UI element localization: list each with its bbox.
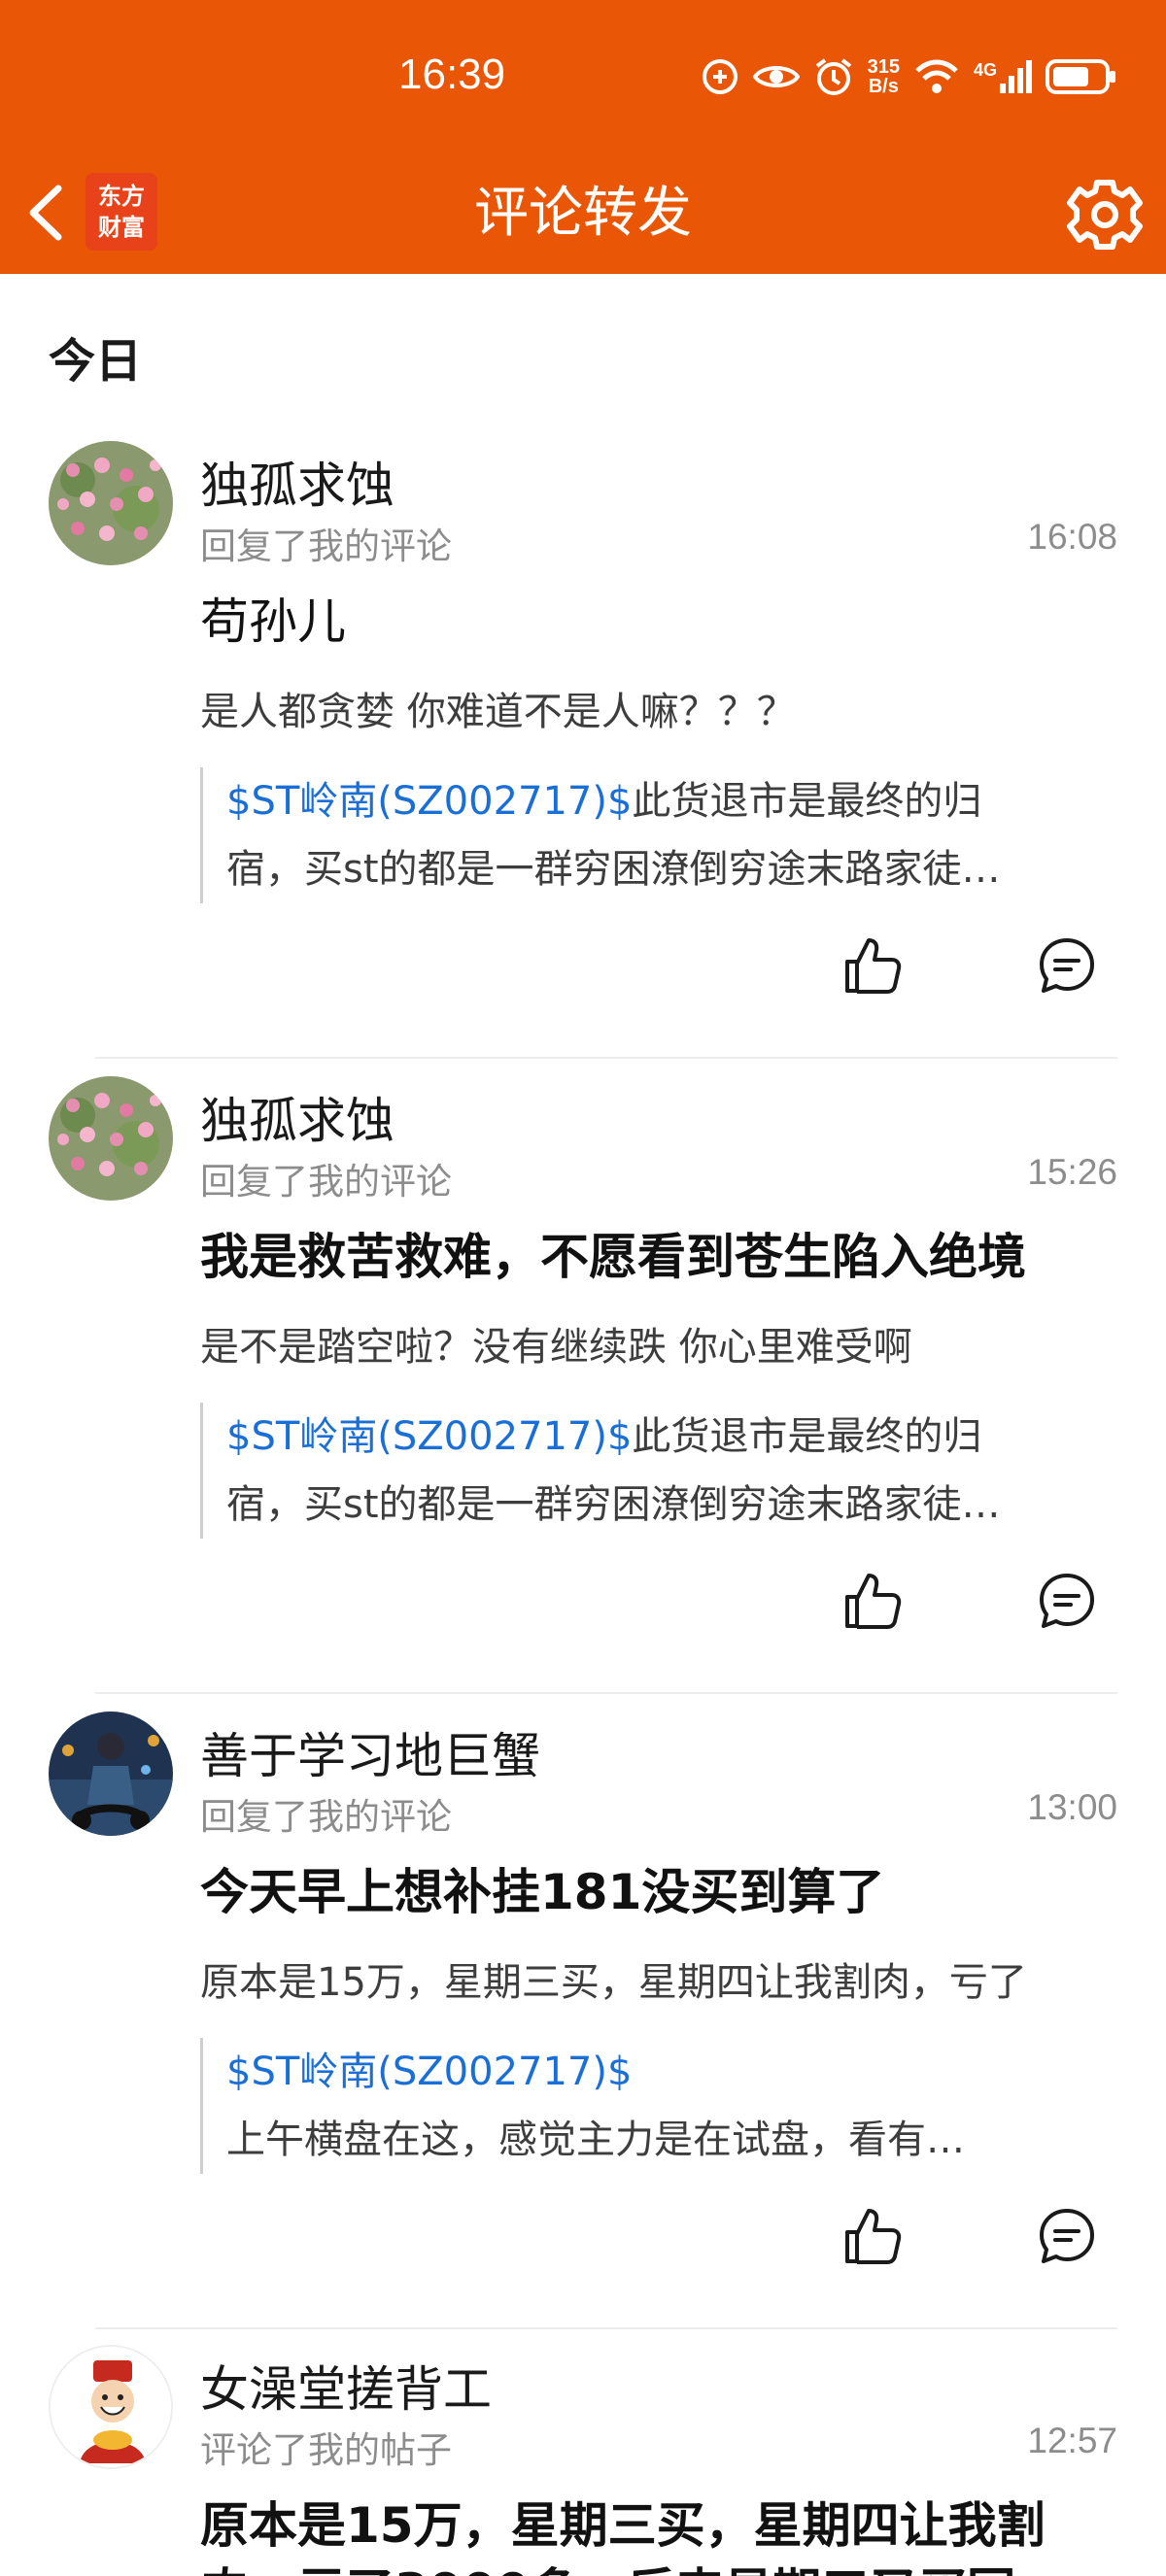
stock-link[interactable]: $ST岭南(SZ002717)$ (226, 779, 632, 824)
username[interactable]: 独孤求蚀 (200, 1082, 394, 1152)
divider (95, 1057, 1117, 1059)
network-speed: 315 B/s (867, 56, 900, 97)
status-icons: 315 B/s 4G (701, 51, 1117, 103)
action-text: 回复了我的评论 (200, 1796, 452, 1838)
comment-title[interactable]: 原本是15万，星期三买，星期四让我割 (200, 2487, 1046, 2557)
comment-icon[interactable] (1036, 1570, 1098, 1632)
username[interactable]: 独孤求蚀 (200, 447, 394, 517)
list-item[interactable]: 独孤求蚀 回复了我的评论 16:08 苟孙儿 是人都贪婪 你难道不是人嘛？？？ … (0, 441, 1166, 1076)
timestamp: 16:08 (1027, 517, 1117, 557)
battery-icon (1046, 59, 1115, 94)
comment-icon[interactable] (1036, 2205, 1098, 2267)
signal-4g: 4G (974, 60, 1032, 93)
username[interactable]: 女澡堂搓背工 (200, 2351, 492, 2421)
divider (95, 2327, 1117, 2329)
quoted-post[interactable]: $ST岭南(SZ002717)$此货退市是最终的归 宿，买st的都是一群穷困潦倒… (200, 1403, 1117, 1539)
action-text: 回复了我的评论 (200, 525, 452, 567)
wifi-icon (915, 59, 958, 93)
alarm-icon (815, 58, 851, 95)
thumbs-up-icon[interactable] (841, 2205, 904, 2267)
timestamp: 13:00 (1027, 1787, 1117, 1827)
thumbs-up-icon[interactable] (841, 1570, 904, 1632)
data-saver-icon (702, 59, 737, 94)
list-item[interactable]: 善于学习地巨蟹 回复了我的评论 13:00 今天早上想补挂181没买到算了 原本… (0, 1712, 1166, 2347)
avatar[interactable] (49, 2345, 173, 2469)
comment-title[interactable]: 苟孙儿 (200, 583, 346, 653)
status-time: 16:39 (398, 51, 506, 98)
status-bar: 16:39 315 B/s 4G (0, 0, 1166, 155)
comment-title[interactable]: 今天早上想补挂181没买到算了 (200, 1853, 884, 1923)
username[interactable]: 善于学习地巨蟹 (200, 1717, 540, 1787)
quoted-post[interactable]: $ST岭南(SZ002717)$ 上午横盘在这，感觉主力是在试盘，看有… (200, 2038, 1117, 2174)
quoted-post[interactable]: $ST岭南(SZ002717)$此货退市是最终的归 宿，买st的都是一群穷困潦倒… (200, 767, 1117, 903)
avatar[interactable] (49, 441, 173, 565)
comment-body[interactable]: 是不是踏空啦？没有继续跌 你心里难受啊 (200, 1315, 1119, 1372)
divider (95, 1692, 1117, 1694)
timestamp: 15:26 (1027, 1152, 1117, 1192)
comment-icon[interactable] (1036, 934, 1098, 997)
avatar[interactable] (49, 1076, 173, 1201)
stock-link[interactable]: $ST岭南(SZ002717)$ (226, 1414, 632, 1459)
timestamp: 12:57 (1027, 2421, 1117, 2460)
comment-body[interactable]: 是人都贪婪 你难道不是人嘛？？？ (200, 680, 1119, 736)
comment-title[interactable]: 我是救苦救难，不愿看到苍生陷入绝境 (200, 1218, 1026, 1288)
avatar[interactable] (49, 1712, 173, 1836)
comment-body[interactable]: 原本是15万，星期三买，星期四让我割肉，亏了 (200, 1950, 1119, 2007)
thumbs-up-icon[interactable] (841, 934, 904, 997)
nav-bar: 东方 财富 评论转发 (0, 155, 1166, 274)
action-text: 回复了我的评论 (200, 1161, 452, 1203)
list-item[interactable]: 独孤求蚀 回复了我的评论 15:26 我是救苦救难，不愿看到苍生陷入绝境 是不是… (0, 1076, 1166, 1712)
section-today-label: 今日 (49, 334, 143, 389)
comment-title-line2[interactable]: 肉，亏了3000多，后来星期五又买回 (200, 2553, 1015, 2576)
stock-link[interactable]: $ST岭南(SZ002717)$ (226, 2050, 632, 2094)
page-title: 评论转发 (474, 182, 692, 245)
action-text: 评论了我的帖子 (200, 2429, 452, 2471)
gear-icon[interactable] (1061, 171, 1149, 258)
list-item[interactable]: 女澡堂搓背工 评论了我的帖子 12:57 原本是15万，星期三买，星期四让我割 … (0, 2345, 1166, 2576)
eye-icon (752, 66, 800, 87)
